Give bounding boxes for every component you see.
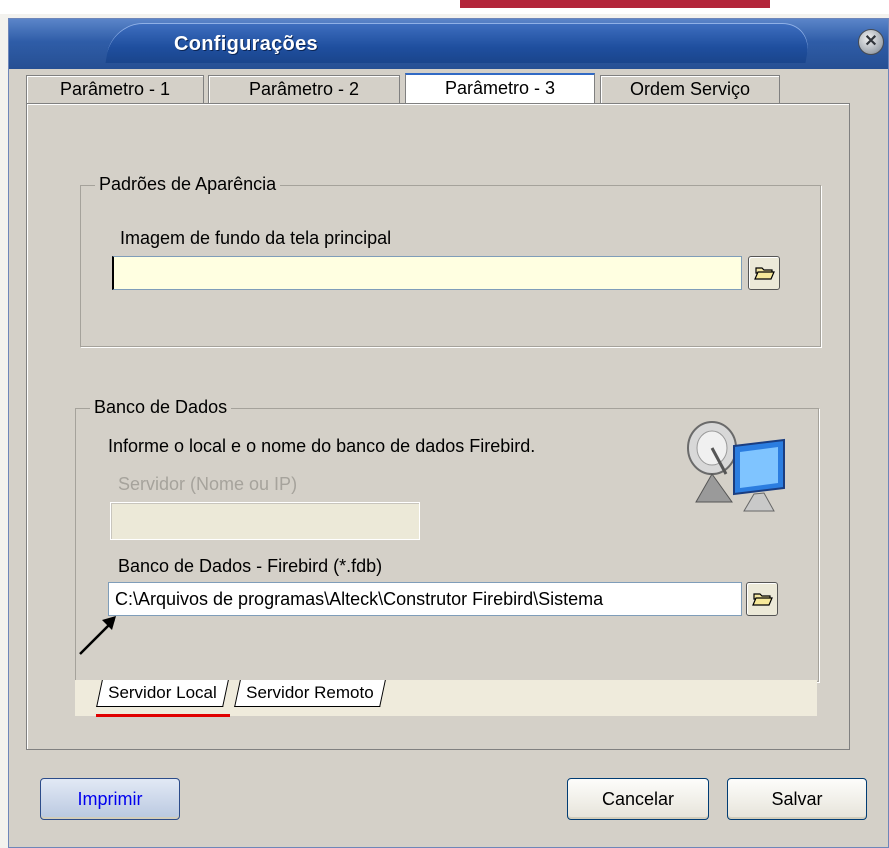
background-image-input[interactable] (112, 256, 742, 290)
save-button[interactable]: Salvar (727, 778, 867, 820)
background-red-bar (460, 0, 770, 8)
database-info-text: Informe o local e o nome do banco de dad… (108, 436, 536, 456)
cancel-button[interactable]: Cancelar (567, 778, 709, 820)
database-file-label: Banco de Dados - Firebird (*.fdb) (118, 556, 383, 576)
print-button[interactable]: Imprimir (40, 778, 180, 820)
annotation-underline (96, 714, 230, 717)
server-subtab-strip: Servidor Local Servidor Remoto (75, 680, 817, 716)
appearance-legend: Padrões de Aparência (95, 174, 281, 195)
browse-background-button[interactable] (748, 256, 780, 290)
browse-database-button[interactable] (746, 582, 778, 616)
tab-parametro-1[interactable]: Parâmetro - 1 (26, 75, 204, 103)
background-image-label: Imagem de fundo da tela principal (120, 228, 392, 248)
annotation-arrow (79, 616, 116, 655)
folder-open-icon (754, 267, 775, 280)
server-input[interactable] (110, 502, 420, 540)
server-label: Servidor (Nome ou IP) (118, 474, 298, 494)
database-file-input[interactable]: C:\Arquivos de programas\Alteck\Construt… (108, 582, 742, 616)
tab-parametro-3[interactable]: Parâmetro - 3 (405, 73, 595, 105)
close-icon: ✕ (864, 33, 878, 50)
title-bar[interactable]: Configurações ✕ (9, 19, 888, 69)
subtab-servidor-remoto-label: Servidor Remoto (246, 683, 374, 702)
database-legend: Banco de Dados (90, 397, 232, 418)
close-button[interactable]: ✕ (858, 29, 884, 55)
subtab-servidor-remoto[interactable]: Servidor Remoto (234, 680, 386, 707)
tab-parametro-2[interactable]: Parâmetro - 2 (208, 75, 400, 103)
subtab-servidor-local-label: Servidor Local (108, 683, 217, 702)
network-computer-icon (687, 421, 785, 512)
window-title: Configurações (174, 33, 318, 55)
tab-ordem-servico[interactable]: Ordem Serviço (600, 75, 780, 103)
folder-open-icon (752, 593, 773, 606)
subtab-servidor-local[interactable]: Servidor Local (96, 680, 229, 707)
